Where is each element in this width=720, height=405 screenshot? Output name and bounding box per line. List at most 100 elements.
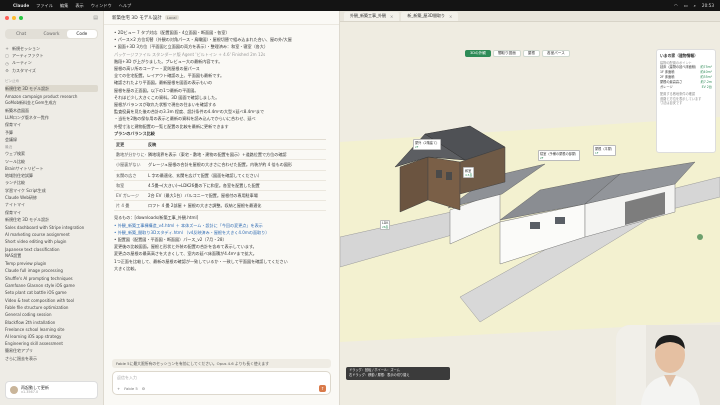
chat-line: 確認されたより平面図。最新屋根を図面の表示もいの [114,80,213,86]
preview-tab-2[interactable]: 新_新築_屋3D間取り × [401,11,459,21]
nav-icon: ▢ [5,53,9,59]
view-button-roof[interactable]: 屋根 [522,50,540,57]
sidebar-nav-item[interactable]: ⚙ カスタマイズ [5,67,98,74]
composer-toolbar: + Fable 5 ⚙ ↑ [117,385,326,392]
search-icon[interactable]: ⌕ [694,3,696,8]
table-cell: グレージュ屋根の合計を屋根の大きさに合わせた配置。内装が約 4 倍もの図形 [148,162,293,168]
recent-session-item[interactable]: ナイトマイ [5,202,98,209]
file-link[interactable]: • 外観_新築_間取り3Dスタディ.html （v4反映済み・屋根を大きく4.0… [114,229,329,236]
chat-line: 全ての住宅配置。レイアウト確認の上、平面図も最新です。 [114,73,225,79]
recent-session-item[interactable]: ランチ比較 [5,180,98,187]
zoom-window-icon[interactable] [19,16,23,20]
recent-session-item[interactable]: Video & text composition with tool [5,297,98,304]
recent-session-item[interactable]: Japanese text classification [5,245,98,252]
chat-panel: 新築住宅 3D モデル設計 Local • 2Dビュー 7 タブ対応（配置図面・… [104,11,340,405]
view-button-rooms[interactable]: 各室パース [542,50,570,57]
menu-clock[interactable]: 20:53 [702,3,714,8]
recent-session-item[interactable]: Freelance school learning site [5,326,98,333]
recent-session-item[interactable]: Claude Web研修 [5,194,98,201]
user-card[interactable]: 再起動して更新 v1.3567.0 [5,381,98,399]
table-header-row: 変更 反映 [114,140,326,151]
window [555,217,565,224]
recent-session-item[interactable]: Shuffle's AI prompting techniques [5,275,98,282]
chat-line: 変更後の比較図面。屋根と形状と外装の配置の合計を含めて表示しています。 [114,244,257,250]
menu-item-view[interactable]: 表示 [75,3,83,9]
recent-session-item[interactable]: General coding session [5,311,98,318]
label-flat-roof: 屋根（平屋） 1F [593,145,617,156]
avatar [10,386,18,394]
settings-icon[interactable]: ⚙ [142,386,145,391]
pinned-session-item[interactable]: LLMロング版ネタ一覧作 [5,114,98,121]
sidebar-nav-item[interactable]: ◷ ルーティン [5,60,98,67]
sidebar-nav-item[interactable]: ▢ アーティファクト [5,52,98,59]
close-icon[interactable]: × [390,14,393,19]
view-button-exterior[interactable]: 3Dの外観 [465,50,491,57]
message-composer[interactable]: 返信を入力 + Fable 5 ⚙ ↑ [112,371,331,395]
info-card-title: いまの家（建物情報） [660,53,698,58]
chat-title[interactable]: 新築住宅 3D モデル設計 [112,15,162,21]
add-attachment-icon[interactable]: + [117,386,120,391]
recent-session-item[interactable]: Brainサイトリピート [5,165,98,172]
table-cell: 片 4 畳 [116,203,130,209]
recent-session-item[interactable]: Sales dashboard with Stripe integration [5,224,98,231]
composer-placeholder: 返信を入力 [117,375,137,380]
menu-item-file[interactable]: ファイル [36,3,53,9]
sidebar-toggle-icon[interactable]: ▤ [93,15,98,21]
table-row: 片 4 畳 ロフト 4 畳 2部屋 + 屋根の大きさ調整。収納と屋根を最適化 [114,201,326,212]
pinned-session-item[interactable]: 保育マイ [5,122,98,129]
preview-tab-1[interactable]: 外観_新築工事_外観 × [344,11,400,21]
close-window-icon[interactable] [5,16,9,20]
recent-session-item[interactable]: AI marketing course assignment [5,231,98,238]
minimize-window-icon[interactable] [12,16,16,20]
table-row: EV ガレージ 2台 EV（最大1台）バルコニーで配置。屋根付の専用駐車場 [114,191,326,202]
recent-session-item[interactable]: さらに過去を表示 [5,355,98,362]
recent-session-item[interactable]: NAS設置 [5,253,98,260]
menu-item-window[interactable]: ウィンドウ [91,3,112,9]
tab-cowork[interactable]: Cowork [36,30,66,38]
menu-item-help[interactable]: ヘルプ [119,3,132,9]
recent-session-item[interactable]: 保育マイ [5,209,98,216]
chat-transcript: • 2Dビュー 7 タブ対応（配置図面・4立面図・断面図・各室） • パース×2 … [104,25,339,276]
recent-session-item[interactable]: ウェブ検索 [5,151,98,158]
sidebar-nav-item[interactable]: + 新規セッション [5,45,98,52]
model-selector[interactable]: Fable 5 [124,386,138,391]
recent-session-item[interactable]: Claude full image processing [5,267,98,274]
recent-session-item[interactable]: 地域別住宅試算 [5,172,98,179]
recent-session-item[interactable]: Short video editing with plugin [5,238,98,245]
recent-session-item[interactable]: Blackflow 2th installation [5,318,98,325]
nav-icon: ◷ [5,60,9,66]
tab-code[interactable]: Code [66,30,97,38]
recent-session-item[interactable]: 簡易住宅アプリ [5,348,98,355]
recent-session-item[interactable]: Gamfoane Glasnon style iOS game [5,282,98,289]
file-link[interactable]: • 外観_新築工事棟構造_v4.html ＋ 本体ズーム・設計に「今回の変更点」… [114,222,329,229]
wifi-icon[interactable]: ◠ [674,3,678,8]
building-info-card: いまの家（建物情報） 建物の配置のポイント 延床（建物の延べ床面積） 約75m² 1… [656,49,716,153]
recent-session-item[interactable]: Temp preview plugin [5,260,98,267]
recent-session-item[interactable]: Fable file structure optimization [5,304,98,311]
send-button[interactable]: ↑ [319,385,326,392]
table-cell: L 字の最適化、玄関を広げて配置（図面を確認してください） [148,172,262,178]
chat-line: プランのバランス比較 [114,130,155,136]
chat-line: 大きく比較。 [114,265,139,271]
pinned-section-label: ピン止め [5,79,20,84]
view-button-plan[interactable]: 間取り図面 [492,50,521,57]
recent-session-item[interactable]: AI learning iOS app strategy [5,333,98,340]
recent-session-item[interactable]: Engineering skill assessment [5,340,98,347]
pinned-session-item[interactable]: GoMob新料金とGem生成方 [5,100,98,107]
pinned-session-item[interactable]: 予算 [5,129,98,136]
pinned-session-item[interactable]: 新規住宅 3D モデル設計 [5,85,98,93]
info-row: ガレージ EV 2台 [660,85,712,90]
tab-chat[interactable]: Chat [6,30,36,38]
recent-session-item[interactable]: 学習マイク Script生成 [5,187,98,194]
menu-app-name[interactable]: Claude [13,3,29,8]
recent-session-item[interactable]: Seto plant cat battle iOS game [5,289,98,296]
table-cell: 玄関の広さ [116,172,137,178]
recent-session-item[interactable]: ツール比較 [5,158,98,165]
battery-icon[interactable]: ▭ [684,3,688,8]
pinned-session-item[interactable]: Amazon campaign product research [5,92,98,99]
close-icon[interactable]: × [449,14,452,19]
recent-session-item[interactable]: 新規住宅 3D モデル設計 [5,216,98,223]
menu-item-edit[interactable]: 編集 [60,3,68,9]
pinned-session-item[interactable]: 会議録 [5,136,98,143]
pinned-session-item[interactable]: 新築木造図面 [5,107,98,114]
